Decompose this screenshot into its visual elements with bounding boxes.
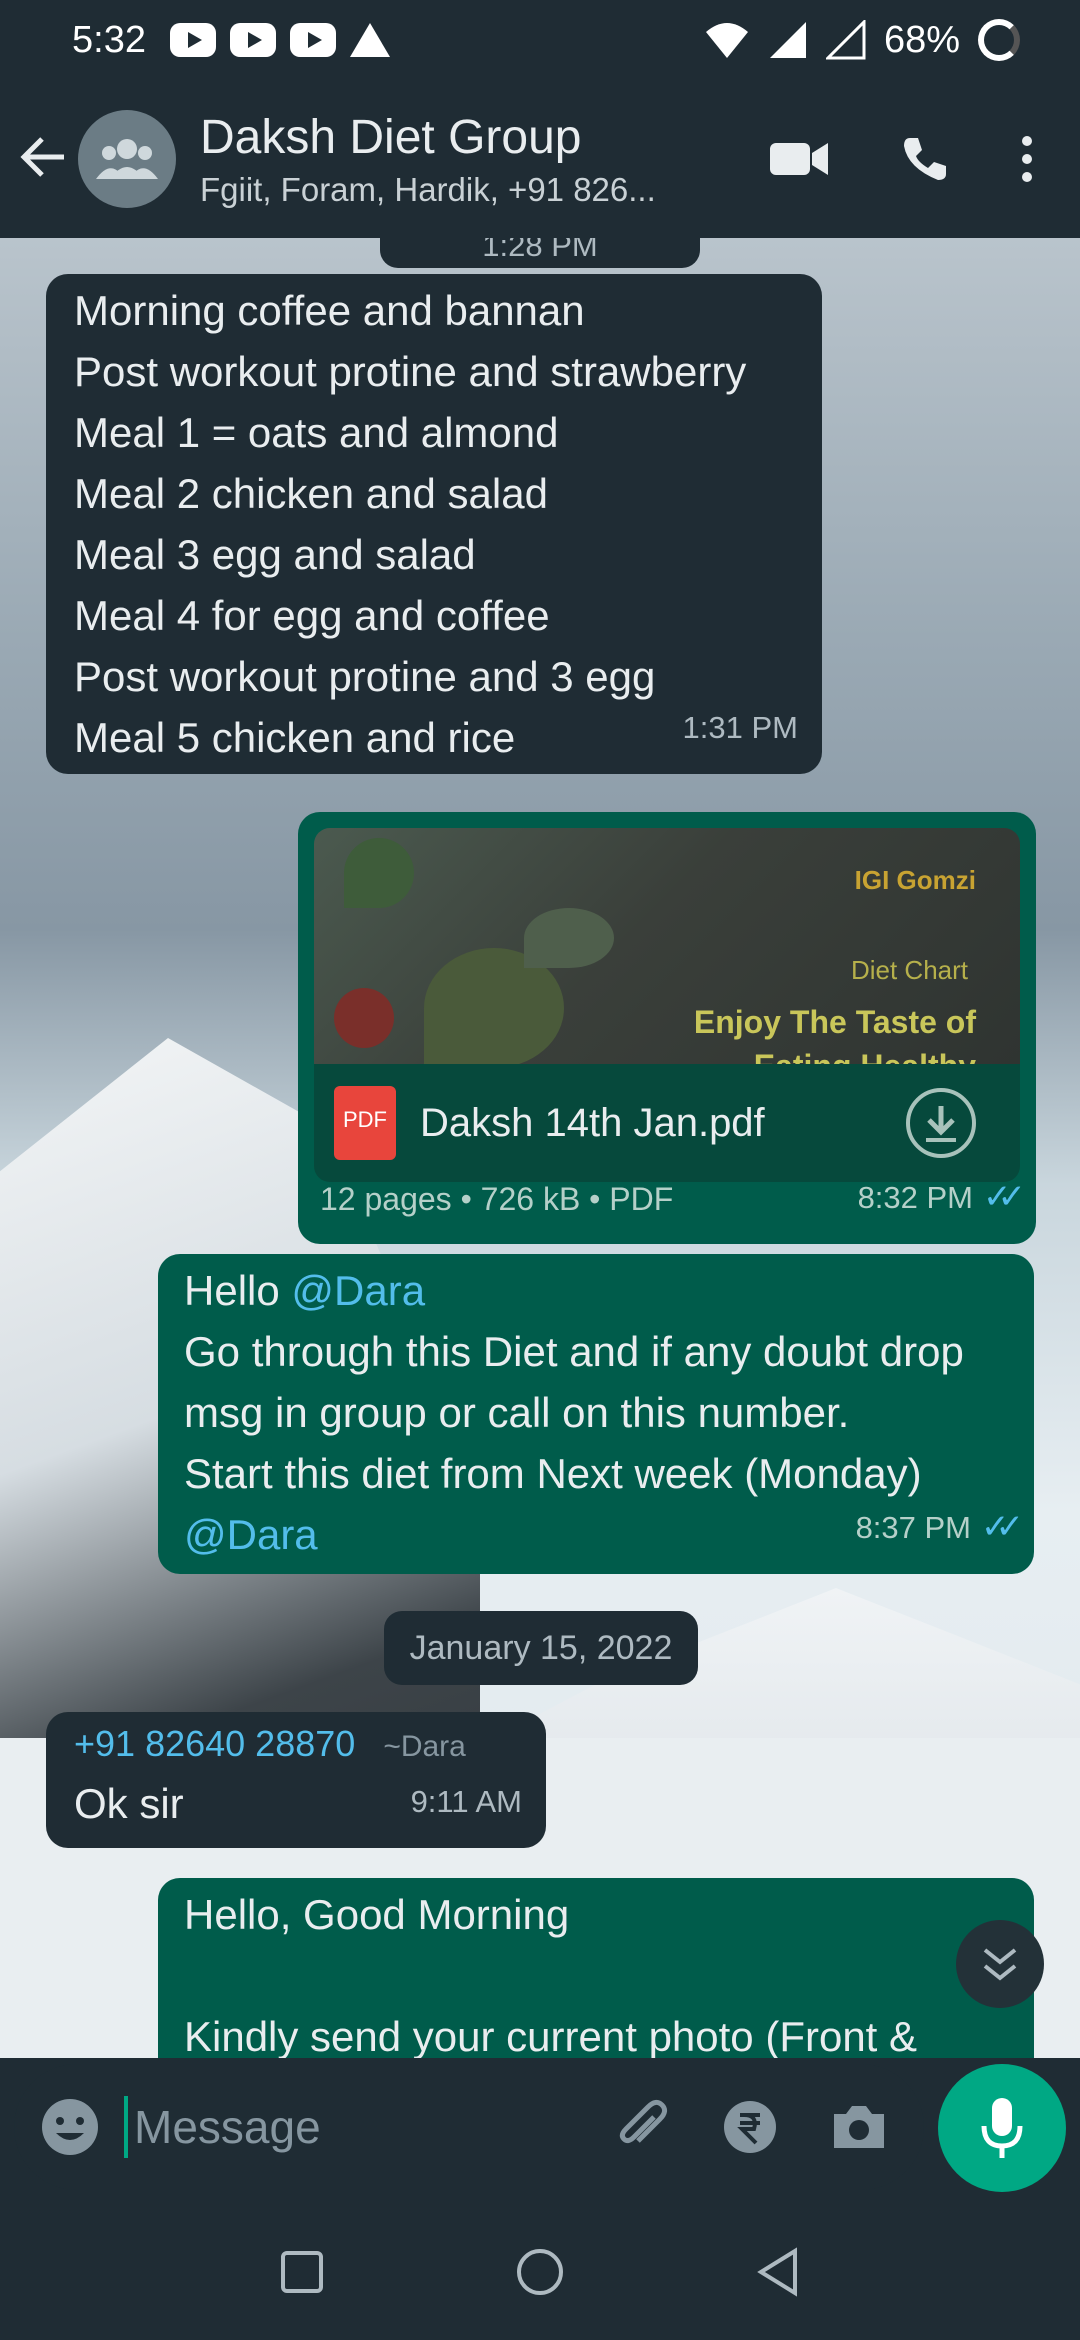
message-line: Meal 1 = oats and almond	[74, 409, 559, 456]
message-time: 1:31 PM	[682, 710, 798, 745]
message-line: Hello, Good Morning	[184, 1891, 570, 1938]
document-preview[interactable]: IGI Gomzi Diet Chart Enjoy The Taste of …	[314, 828, 1020, 1064]
microphone-icon	[981, 2098, 1023, 2158]
document-brand: IGI Gomzi	[854, 865, 976, 895]
battery-percent: 68%	[883, 18, 960, 61]
back-nav-button[interactable]	[755, 2247, 801, 2297]
youtube-icon	[229, 23, 276, 57]
message-line: Meal 3 egg and salad	[74, 531, 476, 578]
document-preview-text: Eating Healthy	[754, 1036, 976, 1064]
message-incoming[interactable]: +91 82640 28870 ~Dara Ok sir 9:11 AM	[46, 1712, 546, 1848]
chat-header: Daksh Diet Group Fgiit, Foram, Hardik, +…	[0, 80, 1080, 238]
message-line: Kindly send your current photo (Front &	[184, 2013, 918, 2058]
double-chevron-down-icon	[983, 1948, 1017, 1981]
warning-icon	[349, 23, 390, 57]
message-line: Go through this Diet and if any doubt dr…	[184, 1328, 964, 1375]
chat-area[interactable]: 1:28 PM Morning coffee and bannan Post w…	[0, 238, 1080, 2058]
recents-button[interactable]	[279, 2249, 325, 2295]
system-icons: 68%	[704, 19, 1020, 62]
message-incoming[interactable]: Morning coffee and bannan Post workout p…	[46, 274, 822, 774]
download-button[interactable]	[906, 1088, 976, 1158]
wifi-icon	[705, 23, 748, 58]
sender-name: ~Dara	[383, 1730, 466, 1763]
chat-title-area[interactable]: Daksh Diet Group Fgiit, Foram, Hardik, +…	[200, 110, 720, 209]
back-button[interactable]	[18, 131, 78, 188]
status-bar: 5:32 68%	[0, 0, 1080, 80]
leaf-decoration	[524, 908, 614, 968]
home-button[interactable]	[515, 2247, 565, 2297]
system-navigation-bar	[0, 2204, 1080, 2340]
message-composer: Message	[14, 2064, 924, 2190]
attach-icon[interactable]	[614, 2099, 670, 2155]
more-options-icon[interactable]	[1020, 135, 1034, 183]
read-receipt-icon: ✓✓	[981, 1508, 1024, 1546]
chat-title: Daksh Diet Group	[200, 110, 582, 164]
video-call-icon[interactable]	[770, 139, 830, 179]
time-chip: 1:28 PM	[380, 238, 700, 268]
message-line: Meal 4 for egg and coffee	[74, 592, 550, 639]
signal-icon	[825, 20, 866, 60]
battery-icon	[978, 19, 1020, 61]
message-time: 8:32 PM ✓✓	[858, 1167, 1026, 1228]
message-outgoing[interactable]: Hello, Good Morning Kindly send your cur…	[158, 1878, 1034, 2058]
message-line: Start this diet from Next week (Monday)	[184, 1450, 922, 1497]
download-icon	[926, 1106, 956, 1142]
chat-participants: Fgiit, Foram, Hardik, +91 826...	[200, 170, 656, 208]
youtube-icon	[169, 23, 216, 57]
group-avatar[interactable]	[78, 110, 176, 208]
message-time: 9:11 AM	[410, 1784, 522, 1819]
document-meta: 12 pages • 726 kB • PDF	[320, 1181, 674, 1217]
pdf-icon: PDF	[334, 1086, 396, 1160]
message-line: Post workout protine and strawberry	[74, 348, 747, 395]
group-icon	[96, 139, 158, 179]
message-input[interactable]: Message	[124, 2096, 614, 2158]
youtube-icon	[289, 23, 336, 57]
rupee-payment-icon[interactable]	[722, 2099, 778, 2155]
message-time: 8:37 PM ✓✓	[856, 1497, 1024, 1558]
leaf-decoration	[334, 988, 394, 1048]
signal-icon	[769, 22, 806, 58]
read-receipt-icon: ✓✓	[983, 1178, 1026, 1216]
mention-link[interactable]: @Dara	[291, 1267, 425, 1314]
message-line: Morning coffee and bannan	[74, 287, 585, 334]
message-document[interactable]: IGI Gomzi Diet Chart Enjoy The Taste of …	[298, 812, 1036, 1244]
leaf-decoration	[344, 838, 414, 908]
scroll-to-bottom-button[interactable]	[956, 1920, 1044, 2008]
emoji-icon[interactable]	[40, 2097, 100, 2157]
message-text: Hello	[184, 1267, 292, 1314]
document-file-bar[interactable]: PDF Daksh 14th Jan.pdf	[314, 1064, 1020, 1182]
sender-phone[interactable]: +91 82640 28870	[74, 1723, 355, 1764]
camera-icon[interactable]	[830, 2102, 888, 2152]
voice-call-icon[interactable]	[900, 134, 950, 184]
date-divider: January 15, 2022	[384, 1611, 698, 1685]
voice-record-button[interactable]	[938, 2064, 1066, 2192]
status-time: 5:32	[72, 18, 146, 61]
arrow-left-icon	[20, 136, 64, 177]
message-line: Meal 2 chicken and salad	[74, 470, 548, 517]
message-line: msg in group or call on this number.	[184, 1389, 850, 1436]
message-outgoing[interactable]: Hello @Dara Go through this Diet and if …	[158, 1254, 1034, 1574]
notification-icons	[169, 23, 390, 57]
document-file-name: Daksh 14th Jan.pdf	[420, 1100, 765, 1145]
